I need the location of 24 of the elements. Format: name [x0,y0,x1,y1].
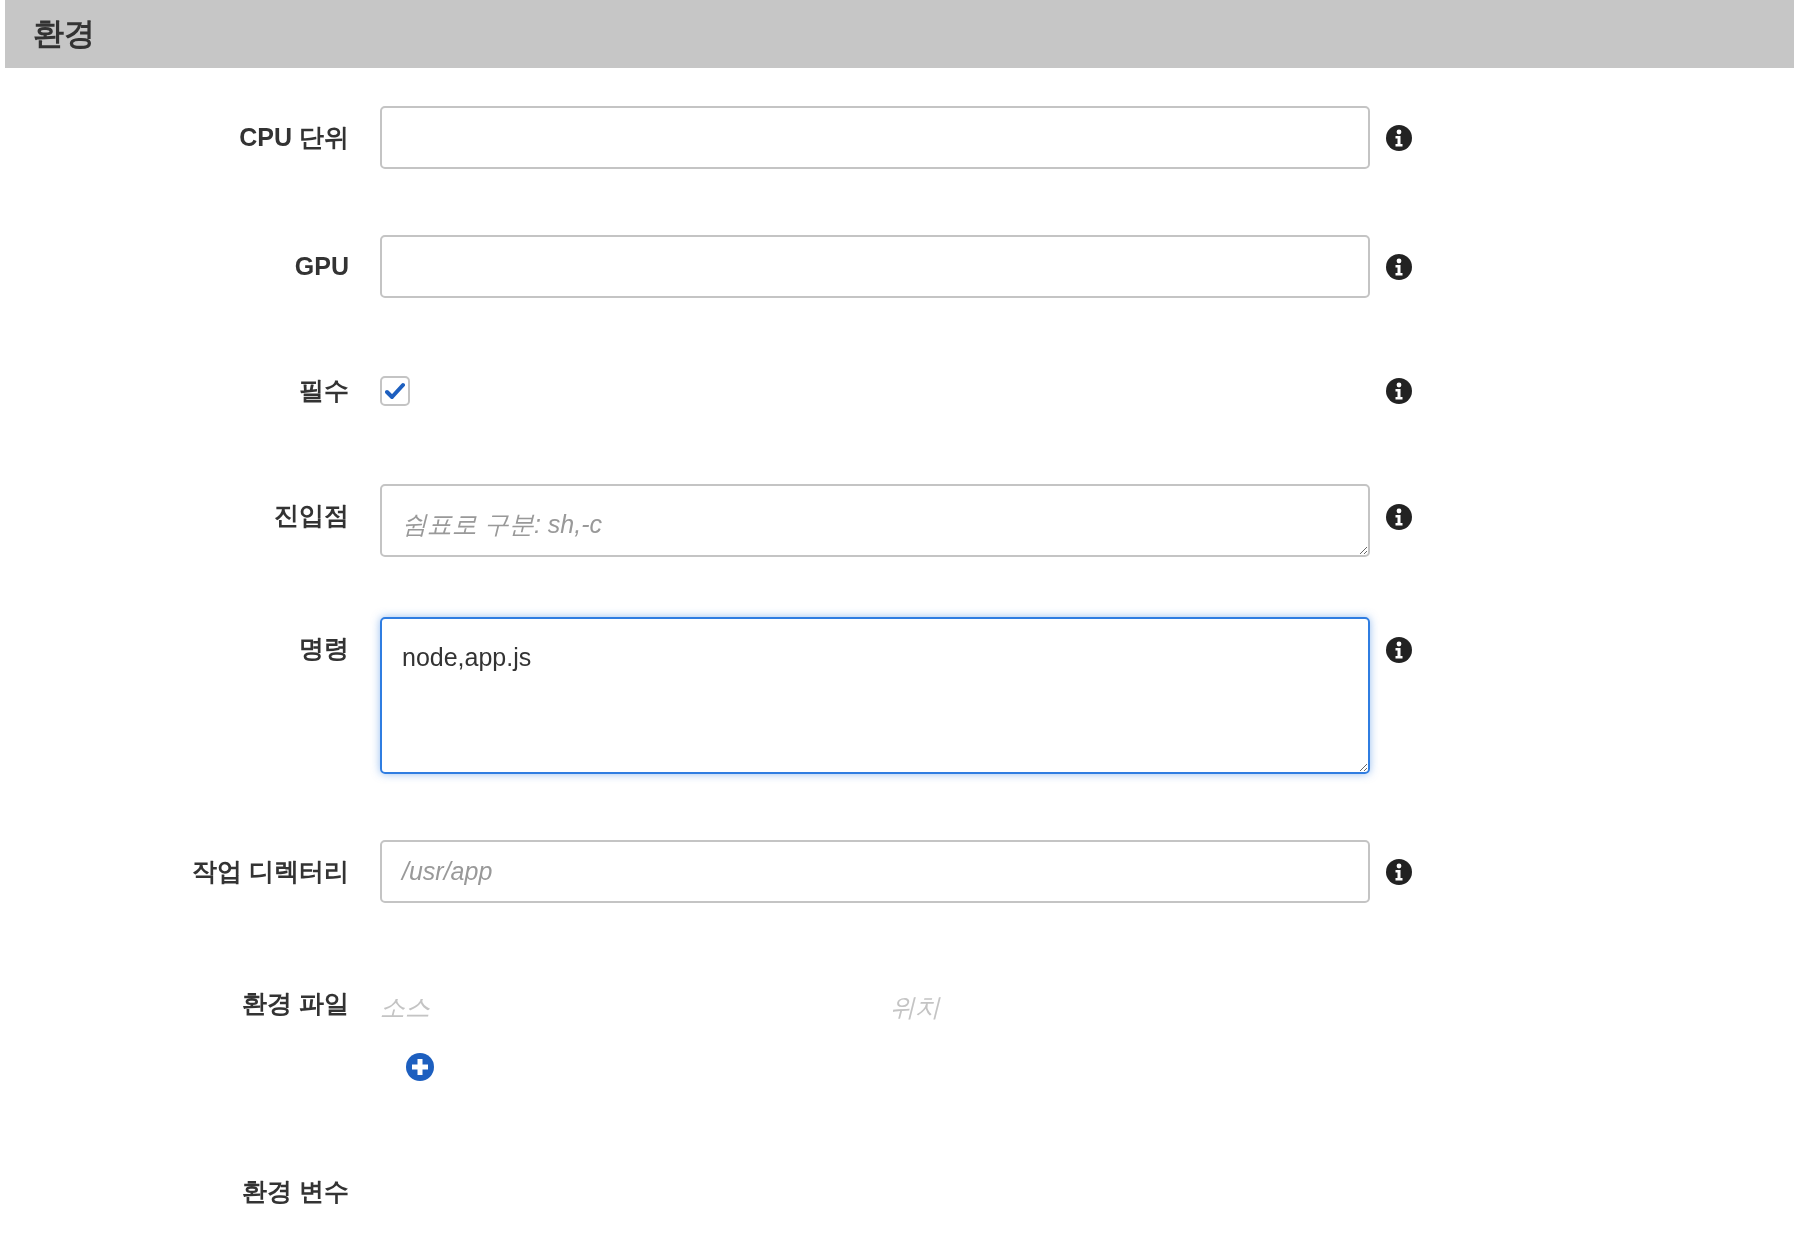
text-area[interactable]: node,app.js [380,617,1370,774]
info-icon[interactable] [1386,253,1412,280]
field-label: 환경 변수 [242,1175,349,1207]
add-icon[interactable] [406,1052,434,1081]
info-icon[interactable] [1386,637,1412,663]
field-label: 진입점 [274,499,349,531]
column-hint: 소스 [380,992,431,1023]
info-icon[interactable] [1386,124,1412,151]
field-label: 환경 파일 [242,988,349,1019]
text-area[interactable]: 쉼표로 구분: sh,-c [380,484,1370,557]
info-icon[interactable] [1386,504,1412,530]
info-icon[interactable] [1386,858,1412,885]
field-label: GPU [294,250,349,282]
checkmark-icon [385,382,405,400]
section-title: 환경 [33,14,95,53]
info-icon[interactable] [1386,378,1412,404]
field-label: 필수 [299,375,349,407]
text-field[interactable] [380,235,1370,298]
checkbox[interactable] [380,376,410,406]
field-label: 작업 디렉터리 [192,855,349,887]
text-field[interactable] [380,106,1370,169]
column-hint: 위치 [890,992,940,1023]
field-label: 명령 [299,632,349,664]
field-label: CPU 단위 [239,121,349,153]
